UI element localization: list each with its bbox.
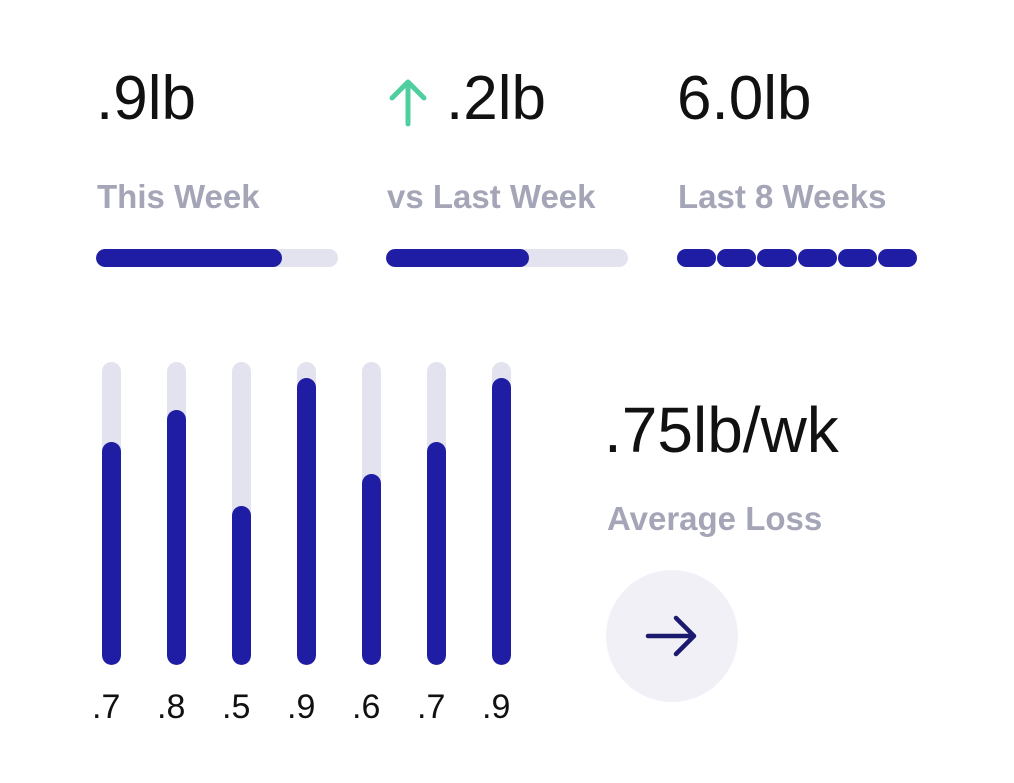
segment bbox=[677, 249, 717, 267]
bar-label: .8 bbox=[157, 688, 186, 726]
bar-track bbox=[297, 362, 316, 665]
last-8-weeks-label: Last 8 Weeks bbox=[678, 178, 887, 215]
vs-last-week-progress-fill bbox=[386, 249, 529, 267]
bar-track bbox=[232, 362, 251, 665]
next-button[interactable] bbox=[606, 570, 738, 702]
bar-label: .9 bbox=[287, 688, 316, 726]
bar bbox=[492, 378, 511, 665]
bar bbox=[232, 506, 251, 665]
bar bbox=[297, 378, 316, 665]
bar-track bbox=[362, 362, 381, 665]
segment bbox=[797, 249, 837, 267]
bar-track bbox=[102, 362, 121, 665]
this-week-progress-bar bbox=[96, 249, 338, 267]
bar-label: .7 bbox=[92, 688, 121, 726]
this-week-value: .9lb bbox=[96, 64, 196, 133]
vs-last-week-label: vs Last Week bbox=[387, 178, 596, 215]
bar-column: .8 bbox=[157, 362, 191, 732]
arrow-right-icon bbox=[645, 615, 697, 657]
segment bbox=[837, 249, 877, 267]
arrow-up-icon bbox=[389, 79, 427, 127]
bar-column: .7 bbox=[417, 362, 451, 732]
bar bbox=[167, 410, 186, 665]
bar bbox=[362, 474, 381, 665]
vs-last-week-value: .2lb bbox=[446, 64, 546, 133]
bar bbox=[102, 442, 121, 665]
last-8-weeks-segmented-bar bbox=[677, 249, 918, 267]
average-loss-value: .75lb/wk bbox=[604, 394, 839, 466]
segment bbox=[877, 249, 918, 267]
bar-column: .5 bbox=[222, 362, 256, 732]
this-week-label: This Week bbox=[97, 178, 260, 215]
bar-label: .5 bbox=[222, 688, 251, 726]
weekly-loss-bar-chart: .7 .8 .5 .9 .6 .7 .9 bbox=[92, 362, 526, 742]
bar bbox=[427, 442, 446, 665]
this-week-progress-fill bbox=[96, 249, 283, 267]
last-8-weeks-value: 6.0lb bbox=[677, 64, 812, 133]
bar-label: .9 bbox=[482, 688, 511, 726]
bar-label: .6 bbox=[352, 688, 381, 726]
segment bbox=[757, 249, 797, 267]
bar-track bbox=[167, 362, 186, 665]
average-loss-label: Average Loss bbox=[607, 500, 823, 537]
bar-column: .9 bbox=[482, 362, 516, 732]
bar-track bbox=[492, 362, 511, 665]
bar-column: .6 bbox=[352, 362, 386, 732]
bar-column: .9 bbox=[287, 362, 321, 732]
segment bbox=[717, 249, 757, 267]
bar-column: .7 bbox=[92, 362, 126, 732]
bar-label: .7 bbox=[417, 688, 446, 726]
vs-last-week-progress-bar bbox=[386, 249, 628, 267]
bar-track bbox=[427, 362, 446, 665]
